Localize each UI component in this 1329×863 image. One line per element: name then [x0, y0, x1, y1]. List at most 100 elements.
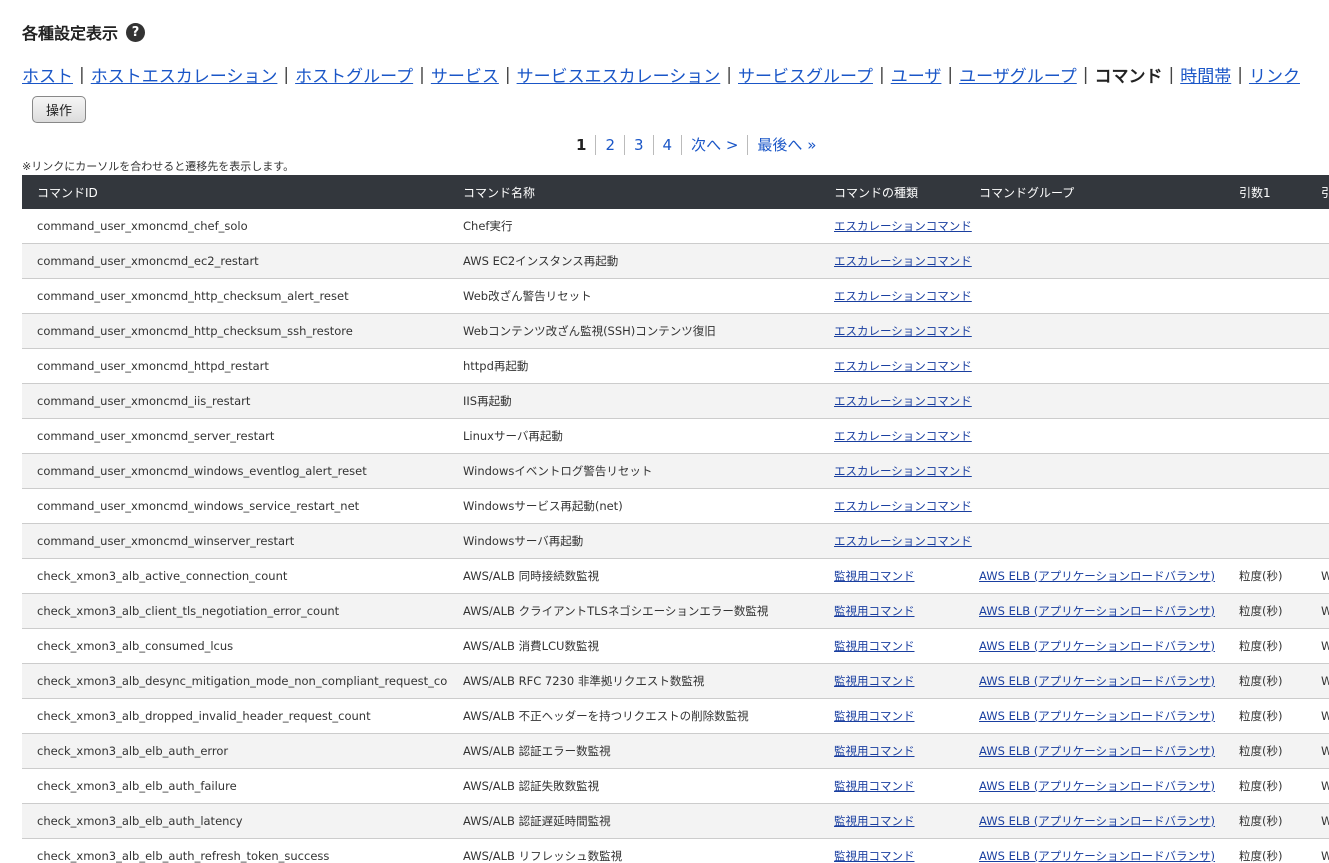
- nav-link-2[interactable]: ホストグループ: [295, 62, 413, 87]
- nav-link-6[interactable]: ユーザ: [891, 62, 942, 87]
- command-type-link[interactable]: エスカレーションコマンド: [834, 359, 972, 373]
- table-cell: [1224, 488, 1306, 524]
- table-cell: [1306, 243, 1329, 279]
- command-group-link[interactable]: AWS ELB (アプリケーションロードバランサ): [979, 849, 1215, 863]
- table-cell: check_xmon3_alb_dropped_invalid_header_r…: [22, 698, 448, 734]
- table-cell: W: [1306, 698, 1329, 734]
- table-cell: check_xmon3_alb_desync_mitigation_mode_n…: [22, 663, 448, 699]
- table-cell: 粒度(秒): [1224, 593, 1306, 629]
- nav-separator: |: [79, 64, 85, 85]
- nav-link-9[interactable]: 時間帯: [1180, 62, 1231, 87]
- table-cell: 粒度(秒): [1224, 803, 1306, 839]
- table-row: command_user_xmoncmd_winserver_restart Wi…: [22, 523, 1329, 559]
- command-table: コマンドID コマンド名称 コマンドの種類 コマンドグループ 引数1 引 command_…: [22, 175, 1329, 863]
- command-type-link[interactable]: 監視用コマンド: [834, 849, 915, 863]
- command-type-link[interactable]: 監視用コマンド: [834, 639, 915, 653]
- command-group-link[interactable]: AWS ELB (アプリケーションロードバランサ): [979, 639, 1215, 653]
- table-cell: 監視用コマンド: [819, 768, 974, 804]
- command-type-link[interactable]: エスカレーションコマンド: [834, 464, 972, 478]
- command-type-link[interactable]: 監視用コマンド: [834, 674, 915, 688]
- table-cell: [1306, 418, 1329, 454]
- command-type-link[interactable]: エスカレーションコマンド: [834, 534, 972, 548]
- table-cell: command_user_xmoncmd_httpd_restart: [22, 348, 448, 384]
- table-row: check_xmon3_alb_client_tls_negotiation_e…: [22, 593, 1329, 629]
- command-group-link[interactable]: AWS ELB (アプリケーションロードバランサ): [979, 569, 1215, 583]
- table-cell: W: [1306, 733, 1329, 769]
- command-table-container[interactable]: コマンドID コマンド名称 コマンドの種類 コマンドグループ 引数1 引 command_…: [22, 175, 1329, 863]
- page-link-2[interactable]: 2: [596, 136, 624, 154]
- command-group-link[interactable]: AWS ELB (アプリケーションロードバランサ): [979, 814, 1215, 828]
- table-cell: AWS/ALB リフレッシュ数監視: [448, 838, 819, 863]
- page-link-4[interactable]: 4: [654, 136, 682, 154]
- command-type-link[interactable]: 監視用コマンド: [834, 709, 915, 723]
- nav-separator: |: [878, 64, 885, 85]
- table-cell: AWS ELB (アプリケーションロードバランサ): [974, 558, 1224, 594]
- nav-link-3[interactable]: サービス: [431, 62, 499, 87]
- table-cell: 粒度(秒): [1224, 838, 1306, 863]
- table-cell: AWS ELB (アプリケーションロードバランサ): [974, 838, 1224, 863]
- command-type-link[interactable]: 監視用コマンド: [834, 744, 915, 758]
- nav-link-7[interactable]: ユーザグループ: [959, 62, 1077, 87]
- command-type-link[interactable]: 監視用コマンド: [834, 569, 915, 583]
- command-type-link[interactable]: 監視用コマンド: [834, 814, 915, 828]
- table-cell: エスカレーションコマンド: [819, 243, 974, 279]
- command-type-link[interactable]: エスカレーションコマンド: [834, 254, 972, 268]
- command-type-link[interactable]: エスカレーションコマンド: [834, 324, 972, 338]
- table-row: command_user_xmoncmd_windows_eventlog_al…: [22, 453, 1329, 489]
- page-link-3[interactable]: 3: [625, 136, 653, 154]
- table-cell: [974, 278, 1224, 314]
- table-cell: 監視用コマンド: [819, 733, 974, 769]
- command-group-link[interactable]: AWS ELB (アプリケーションロードバランサ): [979, 604, 1215, 618]
- nav-link-0[interactable]: ホスト: [22, 62, 73, 87]
- column-header-2: コマンドの種類: [819, 175, 974, 209]
- table-cell: [1224, 243, 1306, 279]
- column-header-5: 引: [1306, 175, 1329, 209]
- table-row: command_user_xmoncmd_http_checksum_alert…: [22, 278, 1329, 314]
- command-type-link[interactable]: エスカレーションコマンド: [834, 394, 972, 408]
- nav-link-5[interactable]: サービスグループ: [738, 62, 873, 87]
- table-cell: [1224, 209, 1306, 244]
- table-cell: エスカレーションコマンド: [819, 209, 974, 244]
- pagination: 1 2 3 4 次へ > 最後へ »: [576, 134, 825, 155]
- nav-link-1[interactable]: ホストエスカレーション: [91, 62, 278, 87]
- command-type-link[interactable]: 監視用コマンド: [834, 604, 915, 618]
- operation-button[interactable]: 操作: [32, 96, 86, 123]
- last-page-link[interactable]: 最後へ »: [748, 134, 825, 155]
- nav-link-10[interactable]: リンク: [1249, 62, 1300, 87]
- table-row: command_user_xmoncmd_iis_restart IIS再起動 エス…: [22, 383, 1329, 419]
- table-cell: 粒度(秒): [1224, 698, 1306, 734]
- help-icon[interactable]: ?: [126, 22, 146, 42]
- table-cell: [1306, 209, 1329, 244]
- table-cell: AWS ELB (アプリケーションロードバランサ): [974, 628, 1224, 664]
- table-cell: AWS EC2インスタンス再起動: [448, 243, 819, 279]
- command-type-link[interactable]: エスカレーションコマンド: [834, 289, 972, 303]
- command-type-link[interactable]: 監視用コマンド: [834, 779, 915, 793]
- command-group-link[interactable]: AWS ELB (アプリケーションロードバランサ): [979, 744, 1215, 758]
- command-group-link[interactable]: AWS ELB (アプリケーションロードバランサ): [979, 674, 1215, 688]
- table-cell: command_user_xmoncmd_chef_solo: [22, 209, 448, 244]
- command-type-link[interactable]: エスカレーションコマンド: [834, 219, 972, 233]
- table-row: command_user_xmoncmd_http_checksum_ssh_r…: [22, 313, 1329, 349]
- table-row: command_user_xmoncmd_chef_solo Chef実行 エスカレ…: [22, 209, 1329, 244]
- command-group-link[interactable]: AWS ELB (アプリケーションロードバランサ): [979, 779, 1215, 793]
- page-title-text: 各種設定表示: [22, 24, 119, 43]
- command-type-link[interactable]: エスカレーションコマンド: [834, 429, 972, 443]
- command-group-link[interactable]: AWS ELB (アプリケーションロードバランサ): [979, 709, 1215, 723]
- nav-separator: |: [1237, 64, 1243, 85]
- table-cell: 監視用コマンド: [819, 698, 974, 734]
- table-row: check_xmon3_alb_elb_auth_refresh_token_s…: [22, 838, 1329, 863]
- table-cell: command_user_xmoncmd_windows_eventlog_al…: [22, 453, 448, 489]
- column-header-1: コマンド名称: [448, 175, 819, 209]
- next-page-link[interactable]: 次へ >: [682, 134, 747, 155]
- table-cell: AWS/ALB 不正ヘッダーを持つリクエストの削除数監視: [448, 698, 819, 734]
- table-body: command_user_xmoncmd_chef_solo Chef実行 エスカレ…: [22, 209, 1329, 863]
- table-cell: エスカレーションコマンド: [819, 383, 974, 419]
- table-cell: 監視用コマンド: [819, 803, 974, 839]
- nav-link-4[interactable]: サービスエスカレーション: [517, 62, 721, 87]
- table-cell: W: [1306, 628, 1329, 664]
- column-header-0: コマンドID: [22, 175, 448, 209]
- table-cell: AWS/ALB 消費LCU数監視: [448, 628, 819, 664]
- table-cell: [974, 313, 1224, 349]
- table-cell: 監視用コマンド: [819, 593, 974, 629]
- command-type-link[interactable]: エスカレーションコマンド: [834, 499, 972, 513]
